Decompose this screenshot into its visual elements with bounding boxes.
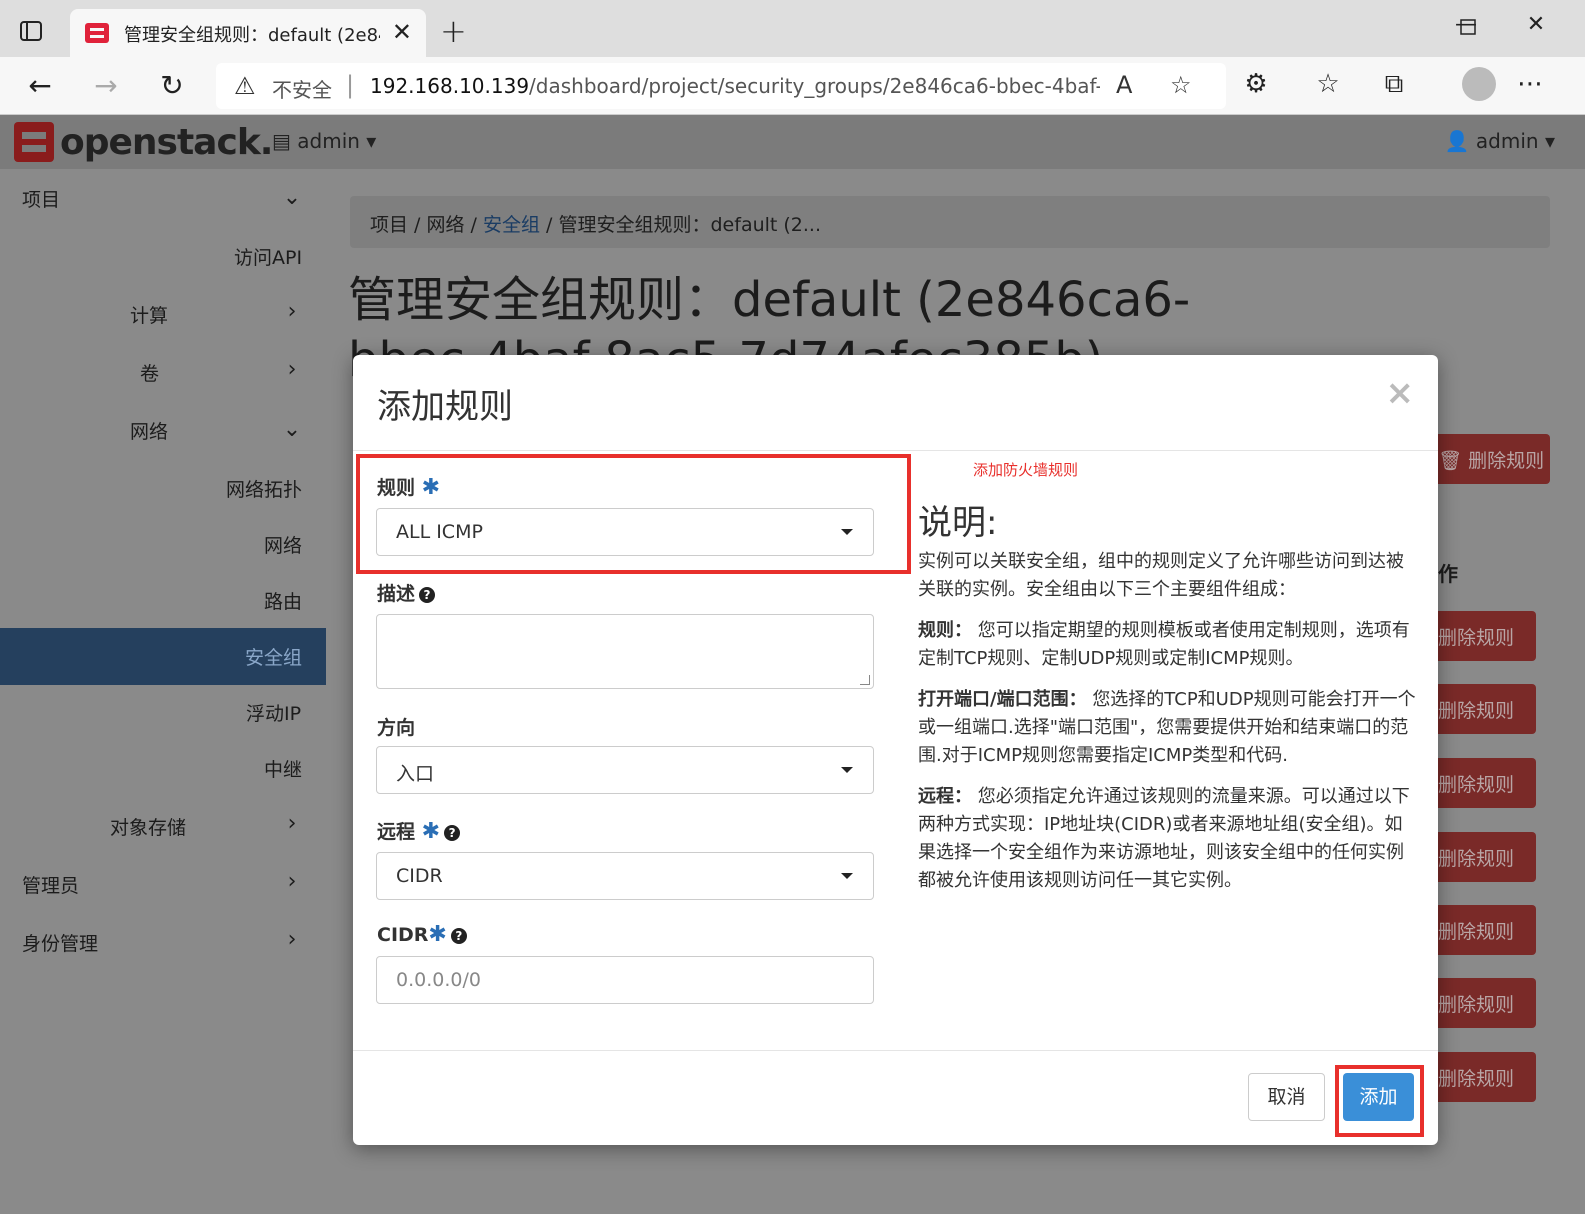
sidebar-item-floating-ips[interactable]: 浮动IP [246,699,301,726]
description-label: 描述? [377,579,436,606]
column-header-actions: 作 [1438,562,1458,586]
chevron-right-icon: › [287,811,297,836]
openstack-header: openstack. ▤ admin ▾ 👤 admin ▾ [0,115,1585,169]
back-icon[interactable]: ← [22,69,58,102]
collections-icon[interactable]: ⧉ [1376,69,1412,100]
caret-down-icon [841,873,853,879]
sidebar-item-volumes[interactable]: 卷 [140,359,159,386]
sidebar-item-compute[interactable]: 计算 [130,301,168,328]
sidebar-item-security-groups[interactable]: 安全组 [245,643,302,670]
browser-tab[interactable]: 管理安全组规则：default (2e846ca6 ✕ [70,9,426,57]
remote-label: 远程 ✱? [377,817,461,844]
sidebar: 项目 ⌄ 访问API 计算 › 卷 › 网络 ⌄ 网络拓扑 网络 路由 安全组 … [0,169,326,1214]
help-icon: ? [450,927,467,944]
rule-label: 规则 ✱ [377,475,441,500]
modal-title: 添加规则 [377,387,513,427]
sidebar-item-networks[interactable]: 网络 [264,531,302,558]
annotation-text: 添加防火墙规则 [973,461,1079,479]
add-rule-modal: 添加规则 × 添加防火墙规则 规则 ✱ ALL ICMP 描述? 方向 入口 远… [353,355,1438,1145]
breadcrumb-current: 管理安全组规则：default (2... [558,214,822,236]
chevron-right-icon: › [287,927,297,952]
url-field[interactable]: ⚠ 不安全 | 192.168.10.139/dashboard/project… [216,63,1226,109]
delete-rule-button[interactable]: 删除规则 [1430,1052,1536,1102]
chevron-down-icon: ⌄ [282,185,302,210]
remote-select[interactable]: CIDR [376,852,874,900]
caret-down-icon [841,767,853,773]
description-intro: 实例可以关联安全组，组中的规则定义了允许哪些访问到达被关联的实例。安全组由以下三… [918,551,1404,600]
forward-icon[interactable]: → [88,69,124,102]
url-text: 192.168.10.139/dashboard/project/securit… [370,74,1100,98]
delete-rule-button[interactable]: 删除规则 [1430,758,1536,808]
add-button[interactable]: 添加 [1343,1073,1414,1121]
description-heading: 说明: [918,503,998,543]
delete-rule-button[interactable]: 删除规则 [1430,684,1536,734]
cancel-button[interactable]: 取消 [1248,1073,1325,1121]
restore-icon[interactable] [1448,12,1488,44]
help-icon: ? [419,586,436,603]
warning-icon: ⚠ [234,72,256,100]
description-remote: 远程： 您必须指定允许通过该规则的流量来源。可以通过以下两种方式实现：IP地址块… [918,786,1410,891]
required-icon: ✱ [421,819,441,844]
favorites-icon[interactable]: ☆ [1310,69,1346,99]
breadcrumb-project[interactable]: 项目 [370,214,408,236]
browser-tab-bar: 管理安全组规则：default (2e846ca6 ✕ + — ✕ [0,0,1585,57]
tab-close-icon[interactable]: ✕ [392,18,412,46]
url-separator: | [346,71,355,99]
required-icon: ✱ [428,922,447,947]
close-icon[interactable]: × [1386,373,1415,413]
extensions-icon[interactable]: ⚙ [1238,69,1274,99]
sidebar-item-api-access[interactable]: 访问API [234,243,302,270]
project-selector[interactable]: ▤ admin ▾ [272,129,376,153]
caret-down-icon [841,529,853,535]
rule-select[interactable]: ALL ICMP [376,508,874,556]
chevron-right-icon: › [287,357,297,382]
direction-label: 方向 [377,717,416,739]
cidr-label: CIDR✱? [377,922,467,947]
modal-divider [353,450,1438,451]
read-aloud-icon[interactable]: A [1116,71,1132,99]
cidr-input[interactable]: 0.0.0.0/0 [376,956,874,1004]
sidebar-item-project[interactable]: 项目 [22,185,60,212]
required-icon: ✱ [421,475,441,500]
sidebar-item-identity[interactable]: 身份管理 [22,929,98,956]
delete-rules-button[interactable]: 🗑 删除规则 [1430,434,1550,484]
new-tab-icon[interactable]: + [440,12,467,50]
profile-avatar[interactable] [1462,67,1496,101]
more-menu-icon[interactable]: ⋯ [1512,69,1548,99]
delete-rule-button[interactable]: 删除规则 [1430,978,1536,1028]
openstack-logo-icon [14,122,54,162]
sidebar-item-object-store[interactable]: 对象存储 [110,813,186,840]
resize-handle-icon[interactable] [860,675,870,685]
close-window-icon[interactable]: ✕ [1516,12,1556,44]
openstack-logo[interactable]: openstack. [14,121,273,163]
tab-title: 管理安全组规则：default (2e846ca6 [124,25,380,46]
breadcrumb-network[interactable]: 网络 [427,214,465,236]
tab-actions-icon[interactable] [18,18,44,44]
chevron-down-icon: ⌄ [282,417,302,442]
delete-rule-button[interactable]: 删除规则 [1430,905,1536,955]
delete-rule-button[interactable]: 删除规则 [1430,611,1536,661]
sidebar-item-routers[interactable]: 路由 [264,587,302,614]
chevron-right-icon: › [287,869,297,894]
sidebar-item-admin[interactable]: 管理员 [22,871,79,898]
sidebar-item-network[interactable]: 网络 [130,417,168,444]
description-rule: 规则： 您可以指定期望的规则模板或者使用定制规则，选项有定制TCP规则、定制UD… [918,620,1410,669]
chevron-right-icon: › [287,299,297,324]
description-textarea[interactable] [376,614,874,689]
openstack-favicon-icon [84,20,110,46]
description-port: 打开端口/端口范围： 您选择的TCP和UDP规则可能会打开一个或一组端口.选择"… [918,689,1416,766]
address-bar-row: ← → ↻ ⚠ 不安全 | 192.168.10.139/dashboard/p… [0,57,1585,115]
user-menu[interactable]: 👤 admin ▾ [1445,129,1555,153]
sidebar-item-network-topology[interactable]: 网络拓扑 [226,475,302,502]
delete-rule-button[interactable]: 删除规则 [1430,832,1536,882]
breadcrumb: 项目 / 网络 / 安全组 / 管理安全组规则：default (2... [350,196,1550,248]
add-favorite-icon[interactable]: ☆ [1170,71,1192,99]
security-label: 不安全 [272,78,332,102]
breadcrumb-security-groups[interactable]: 安全组 [483,214,540,236]
help-icon: ? [444,824,461,841]
sidebar-item-trunks[interactable]: 中继 [264,755,302,782]
refresh-icon[interactable]: ↻ [154,69,190,102]
direction-select[interactable]: 入口 [376,746,874,794]
modal-footer-divider [353,1050,1438,1051]
